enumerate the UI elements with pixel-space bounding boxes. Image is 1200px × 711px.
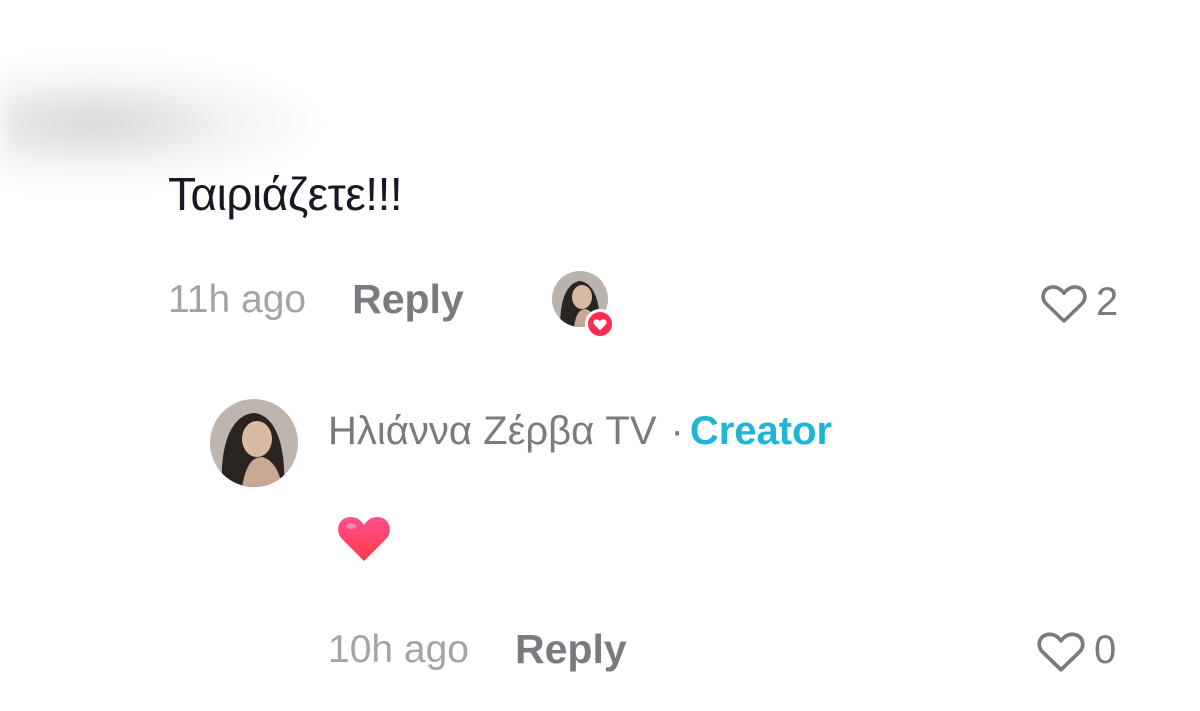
comment-like-button[interactable]: 2 bbox=[1040, 280, 1118, 325]
comment-text: Ταιριάζετε!!! bbox=[168, 168, 403, 220]
creator-tag: Creator bbox=[689, 409, 833, 453]
reply-timestamp: 10h ago bbox=[328, 627, 469, 671]
reply-meta: 10h ago Reply bbox=[328, 626, 627, 673]
creator-like-badge bbox=[585, 309, 615, 339]
heart-outline-icon bbox=[1037, 631, 1085, 672]
comment-like-count: 2 bbox=[1096, 280, 1119, 324]
reply-reply-button[interactable]: Reply bbox=[515, 626, 627, 673]
reply-like-count: 0 bbox=[1094, 628, 1117, 672]
separator-dot: · bbox=[670, 409, 684, 453]
reply-author-avatar[interactable] bbox=[210, 399, 298, 487]
comment-timestamp: 11h ago bbox=[168, 277, 307, 321]
reply-like-button[interactable]: 0 bbox=[1036, 628, 1116, 673]
comment-reply-button[interactable]: Reply bbox=[352, 276, 464, 323]
heart-outline-icon bbox=[1041, 284, 1087, 323]
reply-author-name[interactable]: Ηλιάννα Ζέρβα TV bbox=[328, 409, 657, 454]
heart-badge-icon bbox=[593, 318, 607, 330]
comment-thread: Ταιριάζετε!!! 11h ago Reply 2 Ηλιάννα Ζέ… bbox=[0, 0, 1200, 711]
reply-author-line: Ηλιάννα Ζέρβα TV · Creator bbox=[328, 409, 832, 454]
avatar-photo-icon bbox=[210, 399, 298, 487]
reply-heart-emoji bbox=[336, 514, 392, 569]
comment-meta: 11h ago Reply bbox=[168, 276, 464, 323]
heart-emoji-icon bbox=[338, 516, 390, 561]
